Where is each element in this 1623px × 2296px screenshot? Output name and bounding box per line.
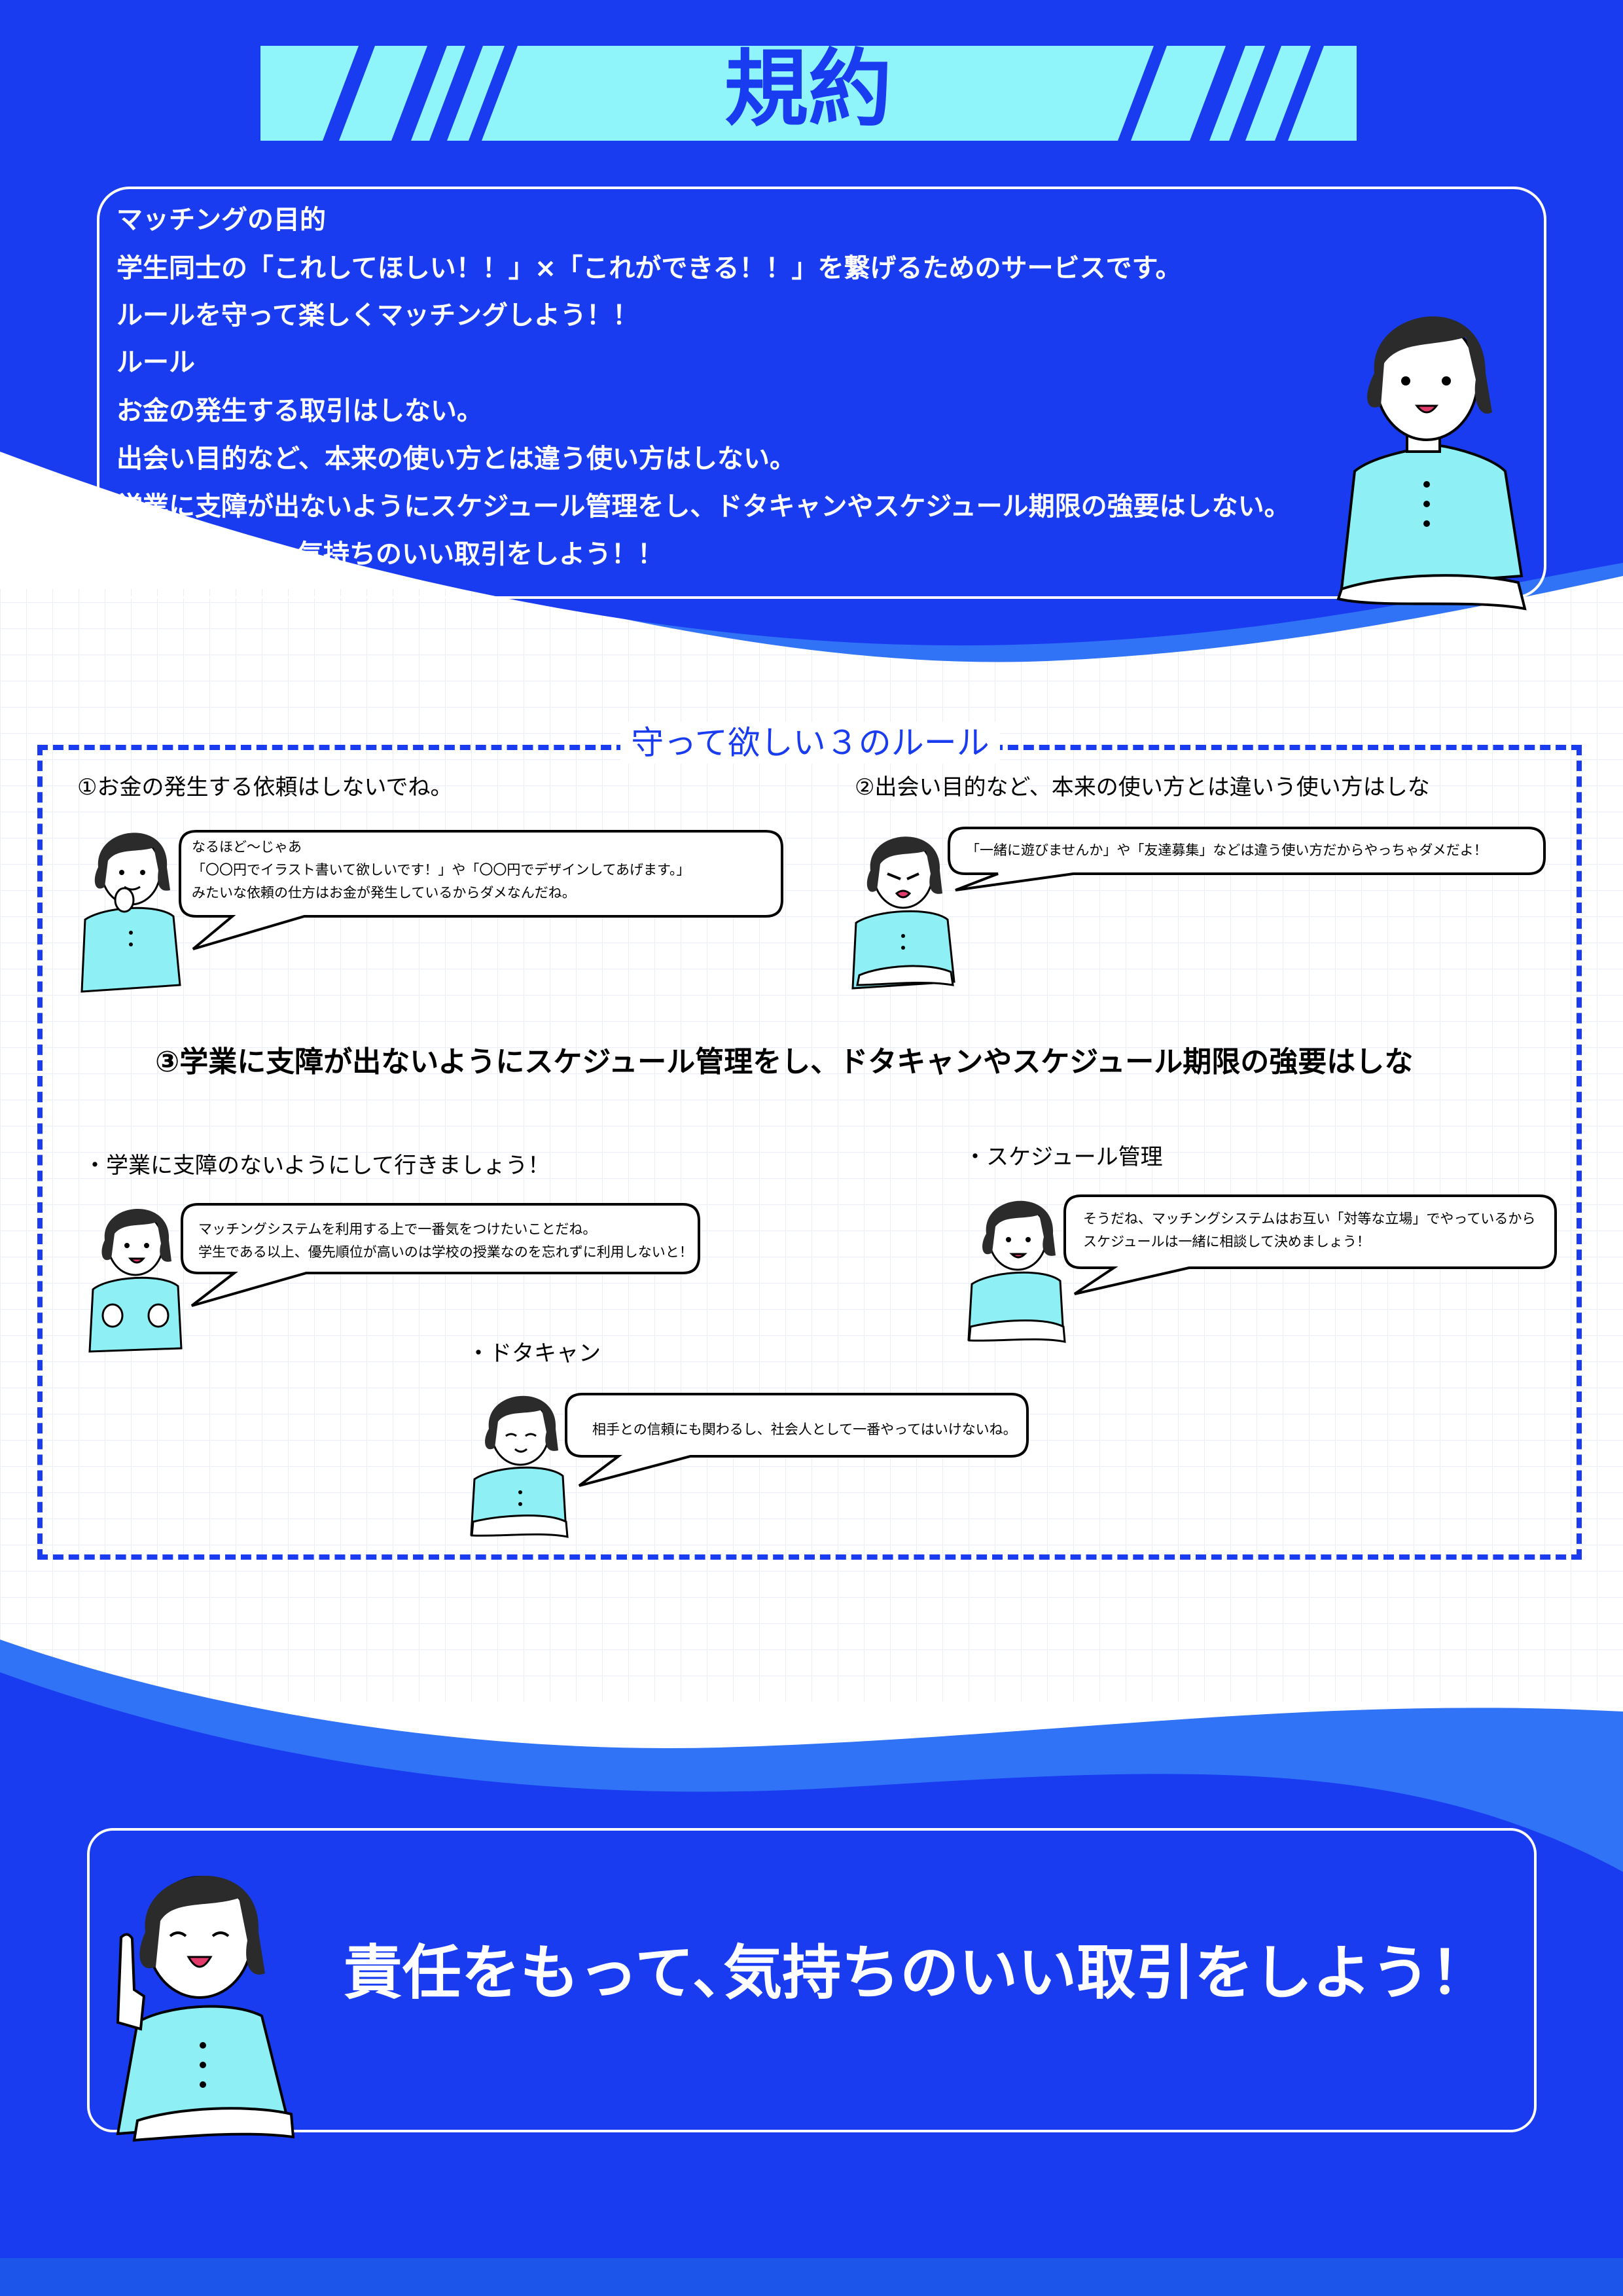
rule3-title: ③学業に支障が出ないようにスケジュール管理をし、ドタキャンやスケジュール期限の強… xyxy=(155,1045,1414,1079)
intro-rule-item: 学業に支障が出ないようにスケジュール管理をし、ドタキャンやスケジュール期限の強要… xyxy=(116,492,1291,522)
intro-purpose-heading: マッチングの目的 xyxy=(116,205,326,235)
closing-message: 責任をもって､気持ちのいい取引をしよう！ xyxy=(343,1939,1489,2007)
rule3-schedule-title: ・スケジュール管理 xyxy=(964,1144,1163,1170)
page-title: 規約 xyxy=(724,41,892,138)
bubble3-line-2: 学生である以上、優先順位が高いのは学校の授業なのを忘れずに利用しないと！ xyxy=(198,1244,693,1260)
bubble5-line-1: 相手との信頼にも関わるし、社会人として一番やってはいけないね。 xyxy=(592,1422,1017,1437)
rule1-title: ①お金の発生する依頼はしないでね。 xyxy=(77,774,453,800)
girl-arms-crossed-illustration xyxy=(1336,316,1527,611)
bubble1-line-2: 「〇〇円でイラスト書いて欲しいです！」や「〇〇円でデザインしてあげます。」 xyxy=(192,862,690,878)
bubble3-line-1: マッチングシステムを利用する上で一番気をつけたいことだね。 xyxy=(198,1221,597,1237)
girl-pointing-illustration xyxy=(116,1875,294,2142)
bubble4-line-1: そうだね、マッチングシステムはお互い「対等な立場」でやっているから xyxy=(1083,1211,1536,1227)
intro-rule-item: 責任を持って、気持ちのいい取引をしよう！！ xyxy=(116,539,664,569)
bubble2-line-1: 「一緒に遊びませんか」や「友達募集」などは違う使い方だからやっちゃダメだよ！ xyxy=(966,842,1488,858)
bubble4-line-2: スケジュールは一緒に相談して決めましょう！ xyxy=(1083,1234,1370,1249)
girl-calm-illustration xyxy=(470,1395,569,1538)
rule2-title: ②出会い目的など、本来の使い方とは違いう使い方はしな xyxy=(855,774,1430,800)
bubble1-line-3: みたいな依頼の仕方はお金が発生しているからダメなんだね。 xyxy=(192,885,576,901)
bubble1-line-1: なるほど〜じゃあ xyxy=(192,839,302,855)
rule3-study-title: ・学業に支障のないようにして行きましょう！ xyxy=(84,1153,550,1179)
rules-heading: 守って欲しい３のルール xyxy=(620,722,1000,764)
intro-rules-heading: ルール xyxy=(116,348,195,378)
rule3-cancel-title: ・ドタキャン xyxy=(467,1340,601,1367)
intro-rule-item: 出会い目的など、本来の使い方とは違う使い方はしない。 xyxy=(116,444,796,474)
girl-smiling-illustration xyxy=(967,1200,1066,1343)
intro-purpose-text-2: ルールを守って楽しくマッチングしよう！！ xyxy=(116,300,639,331)
intro-purpose-text: 学生同士の「これしてほしい！！」×「これができる！！」を繋げるためのサービスです… xyxy=(116,253,1182,283)
intro-rule-item: お金の発生する取引はしない。 xyxy=(116,396,483,426)
girl-thinking-illustration xyxy=(80,833,181,993)
girl-cheering-illustration xyxy=(88,1208,183,1353)
girl-angry-illustration xyxy=(851,836,955,990)
bottom-strip xyxy=(0,2258,1623,2296)
